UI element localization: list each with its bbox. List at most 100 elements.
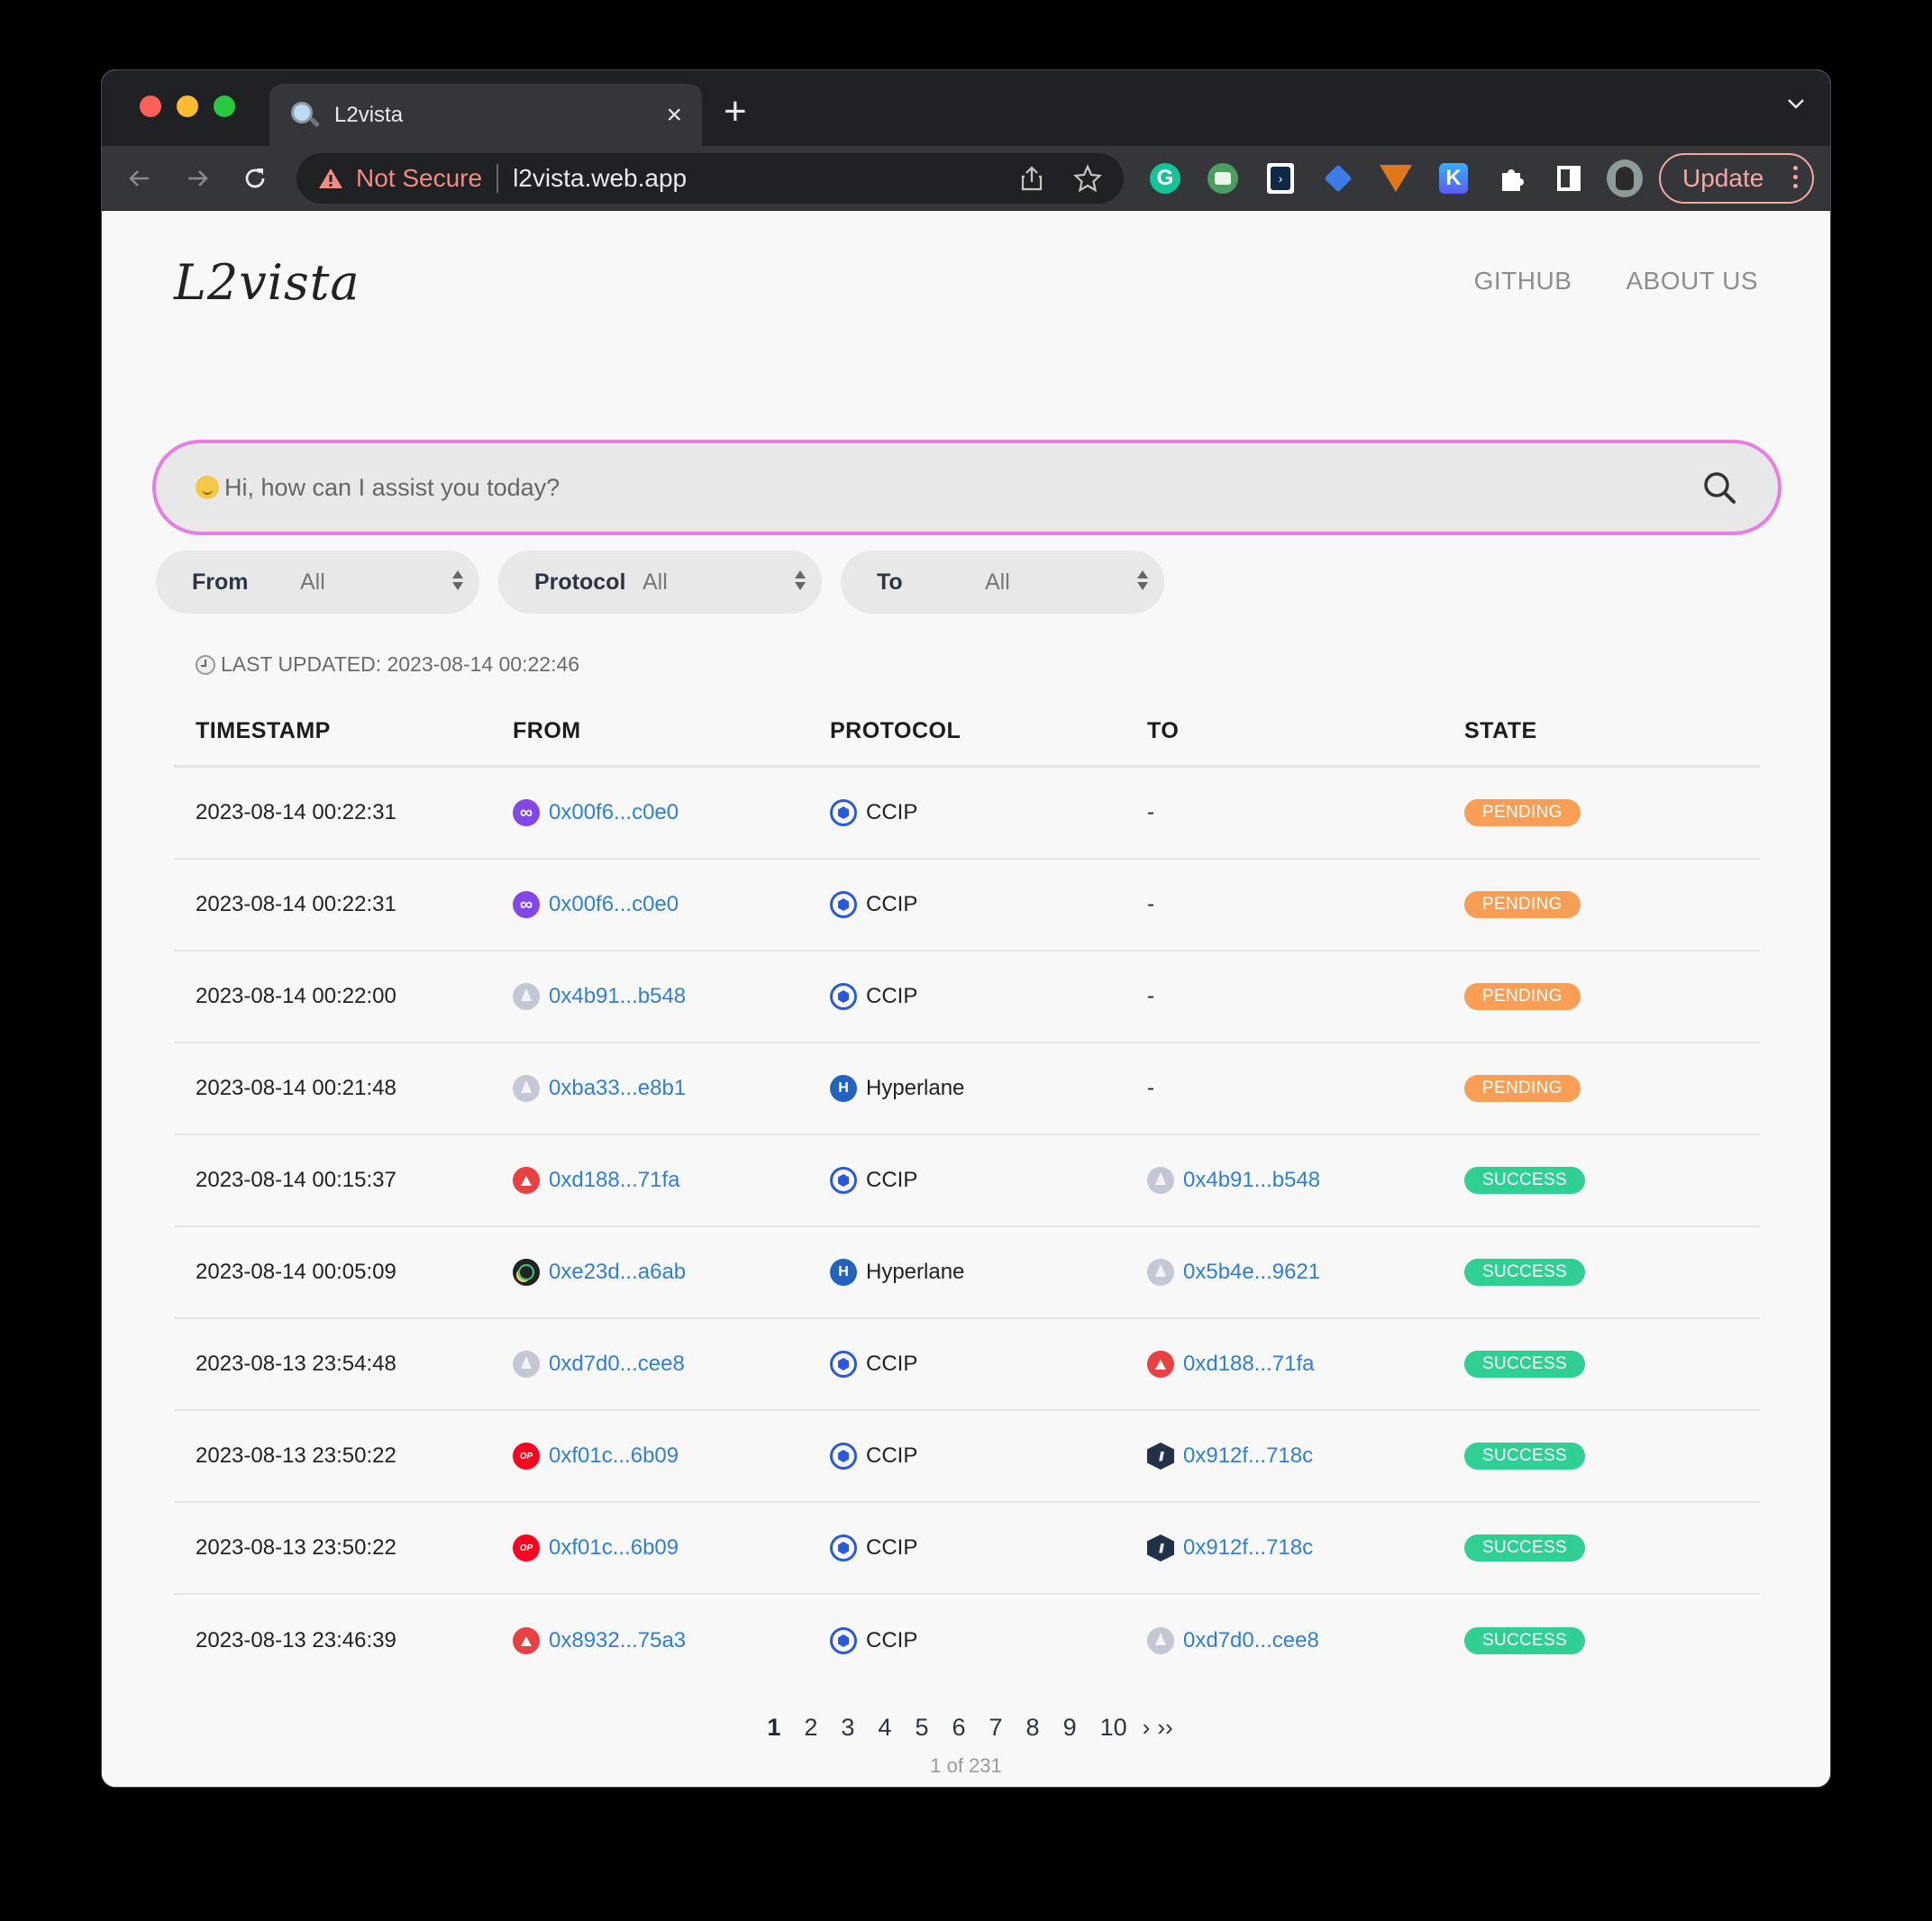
reload-icon	[245, 168, 265, 188]
new-tab-button[interactable]: +	[724, 92, 747, 132]
protocol-name: CCIP	[866, 1352, 918, 1376]
ccip-protocol-icon	[830, 891, 857, 918]
maximize-window-button[interactable]	[214, 96, 235, 117]
page-link-1[interactable]: 1	[755, 1714, 792, 1742]
reload-button[interactable]	[239, 162, 271, 195]
last-page-button[interactable]: ››	[1153, 1714, 1176, 1742]
nav-github-link[interactable]: GITHUB	[1474, 267, 1572, 296]
code-extension-icon[interactable]: ›	[1262, 160, 1299, 196]
to-address-link[interactable]: 0xd188...71fa	[1183, 1352, 1314, 1377]
to-address-link[interactable]: 0x912f...718c	[1183, 1443, 1313, 1469]
page-link-10[interactable]: 10	[1089, 1714, 1139, 1742]
site-logo[interactable]: L2vista	[174, 254, 360, 311]
smiley-emoji-icon	[196, 476, 219, 499]
search-button[interactable]	[1700, 469, 1738, 506]
arrow-left-icon	[129, 170, 149, 187]
url-text[interactable]: l2vista.web.app	[513, 164, 990, 193]
to-empty: -	[1147, 892, 1154, 916]
column-header-from: FROM	[513, 718, 581, 743]
page-link-7[interactable]: 7	[978, 1714, 1015, 1742]
to-address-link[interactable]: 0x912f...718c	[1183, 1535, 1313, 1561]
table-row[interactable]: 2023-08-13 23:50:22 0xf01c...6b09 CCIP 0…	[174, 1411, 1760, 1503]
ethereum-chain-icon	[1147, 1259, 1174, 1286]
to-address-link[interactable]: 0xd7d0...cee8	[1183, 1628, 1319, 1653]
arbitrum-chain-icon	[1147, 1443, 1174, 1470]
omnibox-separator	[497, 164, 499, 193]
from-address-link[interactable]: 0x8932...75a3	[549, 1628, 686, 1653]
side-panel-icon[interactable]	[1551, 160, 1587, 196]
arbitrum-chain-icon	[1147, 1534, 1174, 1561]
from-address-link[interactable]: 0xf01c...6b09	[549, 1443, 679, 1469]
robot-extension-icon[interactable]	[1205, 160, 1241, 196]
from-address-link[interactable]: 0xf01c...6b09	[549, 1535, 679, 1561]
page-link-9[interactable]: 9	[1052, 1714, 1089, 1742]
grammarly-icon[interactable]: G	[1147, 160, 1183, 196]
from-address-link[interactable]: 0x00f6...c0e0	[549, 800, 679, 825]
back-button[interactable]	[123, 162, 156, 195]
table-row[interactable]: 2023-08-14 00:22:31 0x00f6...c0e0 CCIP -…	[174, 860, 1760, 951]
status-badge: PENDING	[1464, 983, 1581, 1010]
search-input[interactable]	[224, 473, 1700, 502]
to-empty: -	[1147, 1076, 1154, 1100]
table-row[interactable]: 2023-08-14 00:05:09 0xe23d...a6ab Hyperl…	[174, 1227, 1760, 1319]
table-row[interactable]: 2023-08-14 00:22:00 0x4b91...b548 CCIP -…	[174, 951, 1760, 1043]
from-address-link[interactable]: 0xba33...e8b1	[549, 1076, 686, 1101]
share-icon[interactable]	[1017, 164, 1046, 193]
page-link-5[interactable]: 5	[903, 1714, 940, 1742]
status-badge: PENDING	[1464, 1075, 1581, 1102]
next-page-button[interactable]: ›	[1139, 1714, 1154, 1742]
from-address-link[interactable]: 0xd7d0...cee8	[549, 1352, 685, 1377]
nav-about-us-link[interactable]: ABOUT US	[1626, 267, 1758, 296]
tab-search-chevron-icon[interactable]	[1787, 97, 1804, 114]
table-row[interactable]: 2023-08-13 23:50:22 0xf01c...6b09 CCIP 0…	[174, 1503, 1760, 1595]
filter-value: All	[642, 569, 668, 595]
protocol-filter-select[interactable]: Protocol All	[498, 551, 822, 614]
from-address-link[interactable]: 0x4b91...b548	[549, 984, 686, 1009]
update-button[interactable]: Update	[1659, 153, 1814, 204]
minimize-window-button[interactable]	[177, 96, 198, 117]
table-row[interactable]: 2023-08-14 00:21:48 0xba33...e8b1 Hyperl…	[174, 1043, 1760, 1135]
ethereum-chain-icon	[1147, 1627, 1174, 1654]
address-bar[interactable]: Not Secure l2vista.web.app	[296, 153, 1124, 204]
ethereum-chain-icon	[513, 1075, 540, 1102]
protocol-name: CCIP	[866, 1535, 918, 1560]
protocol-name: CCIP	[866, 892, 918, 916]
status-badge: PENDING	[1464, 799, 1581, 826]
page-link-3[interactable]: 3	[829, 1714, 866, 1742]
page-link-4[interactable]: 4	[866, 1714, 903, 1742]
bookmark-star-icon[interactable]	[1073, 164, 1102, 193]
table-row[interactable]: 2023-08-14 00:15:37 0xd188...71fa CCIP 0…	[174, 1135, 1760, 1227]
tab-close-icon[interactable]: ×	[666, 101, 682, 129]
from-address-link[interactable]: 0xe23d...a6ab	[549, 1260, 686, 1285]
arrow-right-icon	[188, 170, 208, 187]
to-empty: -	[1147, 800, 1154, 824]
browser-tab[interactable]: L2vista ×	[269, 84, 702, 146]
table-row[interactable]: 2023-08-13 23:54:48 0xd7d0...cee8 CCIP 0…	[174, 1319, 1760, 1411]
k-extension-icon[interactable]: K	[1435, 160, 1472, 196]
optimism-chain-icon	[513, 1443, 540, 1470]
to-filter-select[interactable]: To All	[841, 551, 1164, 614]
pagination: 1 2 3 4 5 6 7 8 9 10 › ››	[102, 1714, 1830, 1742]
page-link-2[interactable]: 2	[792, 1714, 829, 1742]
more-vert-icon[interactable]	[1793, 166, 1798, 188]
close-window-button[interactable]	[140, 96, 161, 117]
to-address-link[interactable]: 0x5b4e...9621	[1183, 1260, 1320, 1285]
puzzle-extensions-icon[interactable]	[1493, 160, 1529, 196]
timestamp: 2023-08-14 00:22:31	[196, 892, 396, 916]
profile-avatar[interactable]	[1607, 159, 1643, 197]
not-secure-label[interactable]: Not Secure	[356, 164, 482, 193]
metamask-fox-icon[interactable]	[1378, 160, 1414, 196]
timestamp: 2023-08-13 23:50:22	[196, 1443, 396, 1468]
page-link-8[interactable]: 8	[1015, 1714, 1052, 1742]
protocol-name: Hyperlane	[866, 1076, 965, 1100]
to-address-link[interactable]: 0x4b91...b548	[1183, 1168, 1320, 1193]
timestamp: 2023-08-13 23:54:48	[196, 1352, 396, 1376]
forward-button[interactable]	[181, 162, 214, 195]
page-link-6[interactable]: 6	[940, 1714, 977, 1742]
table-row[interactable]: 2023-08-13 23:46:39 0x8932...75a3 CCIP 0…	[174, 1595, 1760, 1687]
from-address-link[interactable]: 0xd188...71fa	[549, 1168, 679, 1193]
table-row[interactable]: 2023-08-14 00:22:31 0x00f6...c0e0 CCIP -…	[174, 768, 1760, 860]
diamond-extension-icon[interactable]	[1320, 160, 1356, 196]
from-filter-select[interactable]: From All	[156, 551, 479, 614]
from-address-link[interactable]: 0x00f6...c0e0	[549, 892, 679, 917]
